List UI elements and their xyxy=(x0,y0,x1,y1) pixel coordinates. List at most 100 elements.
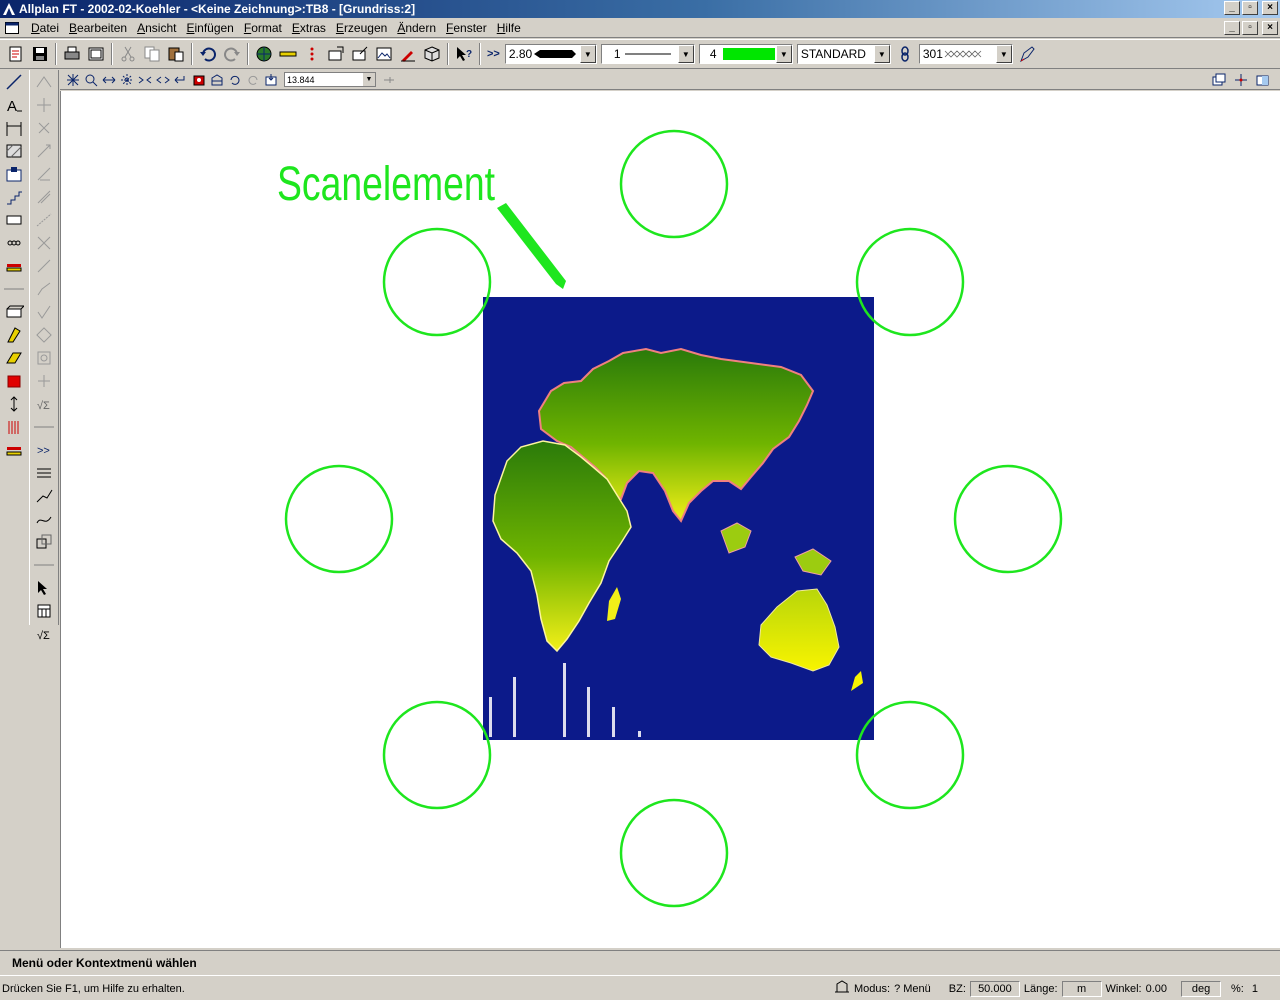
window-cascade-icon[interactable] xyxy=(1211,72,1227,88)
properties-pen-icon[interactable] xyxy=(1016,43,1038,65)
layer-dots-icon[interactable] xyxy=(301,43,323,65)
menu-format[interactable]: Format xyxy=(239,21,287,35)
expand-more-icon[interactable]: >> xyxy=(32,439,56,461)
hatch-tool-icon[interactable] xyxy=(2,140,26,162)
sum-evaluate-icon[interactable]: √Σ xyxy=(32,623,56,645)
annotation-leader-arrow[interactable] xyxy=(497,203,566,289)
close-button[interactable]: × xyxy=(1262,1,1278,15)
layer-select[interactable]: STANDARD ▼ xyxy=(796,44,891,64)
chamfer-icon[interactable] xyxy=(32,301,56,323)
edit-pen-icon[interactable] xyxy=(397,43,419,65)
pattern-tool-icon[interactable] xyxy=(2,232,26,254)
doc-restore-button[interactable]: ▫ xyxy=(1242,21,1258,35)
restore-button[interactable]: ▫ xyxy=(1242,1,1258,15)
green-circle-left[interactable] xyxy=(284,464,394,574)
green-circle-lower-left[interactable] xyxy=(382,700,492,810)
drawing-canvas[interactable]: Scanelement xyxy=(60,91,1280,948)
doc-minimize-button[interactable]: _ xyxy=(1224,21,1240,35)
pin-icon[interactable] xyxy=(381,72,397,88)
column-tool-icon[interactable] xyxy=(2,324,26,346)
chevron-down-icon[interactable]: ▼ xyxy=(677,45,694,63)
menu-aendern[interactable]: Ändern xyxy=(392,21,441,35)
zoom-out-icon[interactable] xyxy=(155,72,171,88)
trim-icon[interactable] xyxy=(32,255,56,277)
modus-icon[interactable] xyxy=(834,980,850,997)
polyline-icon[interactable] xyxy=(32,485,56,507)
hidden-line-icon[interactable] xyxy=(209,72,225,88)
element-info-icon[interactable] xyxy=(32,347,56,369)
save-view-icon[interactable] xyxy=(263,72,279,88)
toolbar-expand-button[interactable]: >> xyxy=(487,48,500,60)
cut-icon[interactable] xyxy=(117,43,139,65)
group-icon[interactable] xyxy=(32,531,56,553)
sum-icon[interactable]: √Σ xyxy=(32,393,56,415)
menu-datei[interactable]: Datei xyxy=(26,21,64,35)
paste-icon[interactable] xyxy=(165,43,187,65)
section-view-icon[interactable] xyxy=(191,72,207,88)
dimension-tool-icon[interactable] xyxy=(2,117,26,139)
color-select[interactable]: 4 ▼ xyxy=(698,44,793,64)
laenge-unit-field[interactable]: m xyxy=(1061,980,1102,997)
pen-thickness-select[interactable]: 2.80 ▼ xyxy=(504,44,597,64)
green-circle-lower-right[interactable] xyxy=(855,700,965,810)
spline-icon[interactable] xyxy=(32,508,56,530)
menu-extras[interactable]: Extras xyxy=(287,21,331,35)
open-folder-icon[interactable] xyxy=(325,43,347,65)
room-tool-icon[interactable] xyxy=(2,370,26,392)
window-single-icon[interactable] xyxy=(1255,72,1271,88)
regen-icon[interactable] xyxy=(227,72,243,88)
scanned-world-map-image[interactable] xyxy=(483,297,874,740)
save-icon[interactable] xyxy=(29,43,51,65)
pattern-select[interactable]: 301 ▼ xyxy=(918,44,1013,64)
green-circle-right[interactable] xyxy=(953,464,1063,574)
mirror-icon[interactable] xyxy=(32,163,56,185)
layer-tool-icon[interactable] xyxy=(2,255,26,277)
line-type-select[interactable]: 1 ▼ xyxy=(600,44,695,64)
select-pointer-icon[interactable] xyxy=(32,577,56,599)
chevron-down-icon[interactable]: ▼ xyxy=(363,73,375,86)
menu-erzeugen[interactable]: Erzeugen xyxy=(331,21,392,35)
winkel-unit-field[interactable]: deg xyxy=(1181,980,1222,997)
help-pointer-icon[interactable]: ? xyxy=(453,43,475,65)
offset-icon[interactable] xyxy=(32,186,56,208)
zoom-window-icon[interactable] xyxy=(83,72,99,88)
canvas-drawing[interactable]: Scanelement xyxy=(61,91,1280,948)
beam-tool-icon[interactable] xyxy=(2,347,26,369)
globe-icon[interactable] xyxy=(253,43,275,65)
green-circle-bottom[interactable] xyxy=(619,798,729,908)
calculator-icon[interactable] xyxy=(32,600,56,622)
image-icon[interactable] xyxy=(373,43,395,65)
zoom-center-icon[interactable] xyxy=(119,72,135,88)
menu-fenster[interactable]: Fenster xyxy=(441,21,492,35)
copy-icon[interactable] xyxy=(141,43,163,65)
zoom-in-icon[interactable] xyxy=(137,72,153,88)
slab-tool-icon[interactable] xyxy=(2,301,26,323)
redo-icon[interactable] xyxy=(221,43,243,65)
scanelement-label[interactable]: Scanelement xyxy=(277,158,495,211)
stretch-icon[interactable] xyxy=(32,209,56,231)
layer-visibility-icon[interactable] xyxy=(2,439,26,461)
rotate-icon[interactable] xyxy=(32,140,56,162)
cube-icon[interactable] xyxy=(421,43,443,65)
print-preview-icon[interactable] xyxy=(85,43,107,65)
copy-move-icon[interactable] xyxy=(32,117,56,139)
stair-tool-icon[interactable] xyxy=(2,186,26,208)
line-tool-icon[interactable] xyxy=(2,71,26,93)
delete-icon[interactable] xyxy=(32,232,56,254)
macro-tool-icon[interactable] xyxy=(2,163,26,185)
chevron-down-icon[interactable]: ▼ xyxy=(873,45,890,63)
chevron-down-icon[interactable]: ▼ xyxy=(995,45,1012,63)
bz-field[interactable]: 50.000 xyxy=(969,980,1020,997)
undo-icon[interactable] xyxy=(197,43,219,65)
redo-view-icon[interactable] xyxy=(245,72,261,88)
green-circle-top[interactable] xyxy=(619,129,729,239)
move-icon[interactable] xyxy=(32,94,56,116)
document-icon[interactable] xyxy=(4,21,20,35)
allplan-app-icon[interactable] xyxy=(1,1,17,17)
new-file-icon[interactable] xyxy=(5,43,27,65)
text-tool-icon[interactable]: A xyxy=(2,94,26,116)
previous-view-icon[interactable] xyxy=(173,72,189,88)
height-tool-icon[interactable] xyxy=(2,393,26,415)
zoom-scale-select[interactable]: 13.844 ▼ xyxy=(284,72,376,87)
snap-point-icon[interactable] xyxy=(32,71,56,93)
